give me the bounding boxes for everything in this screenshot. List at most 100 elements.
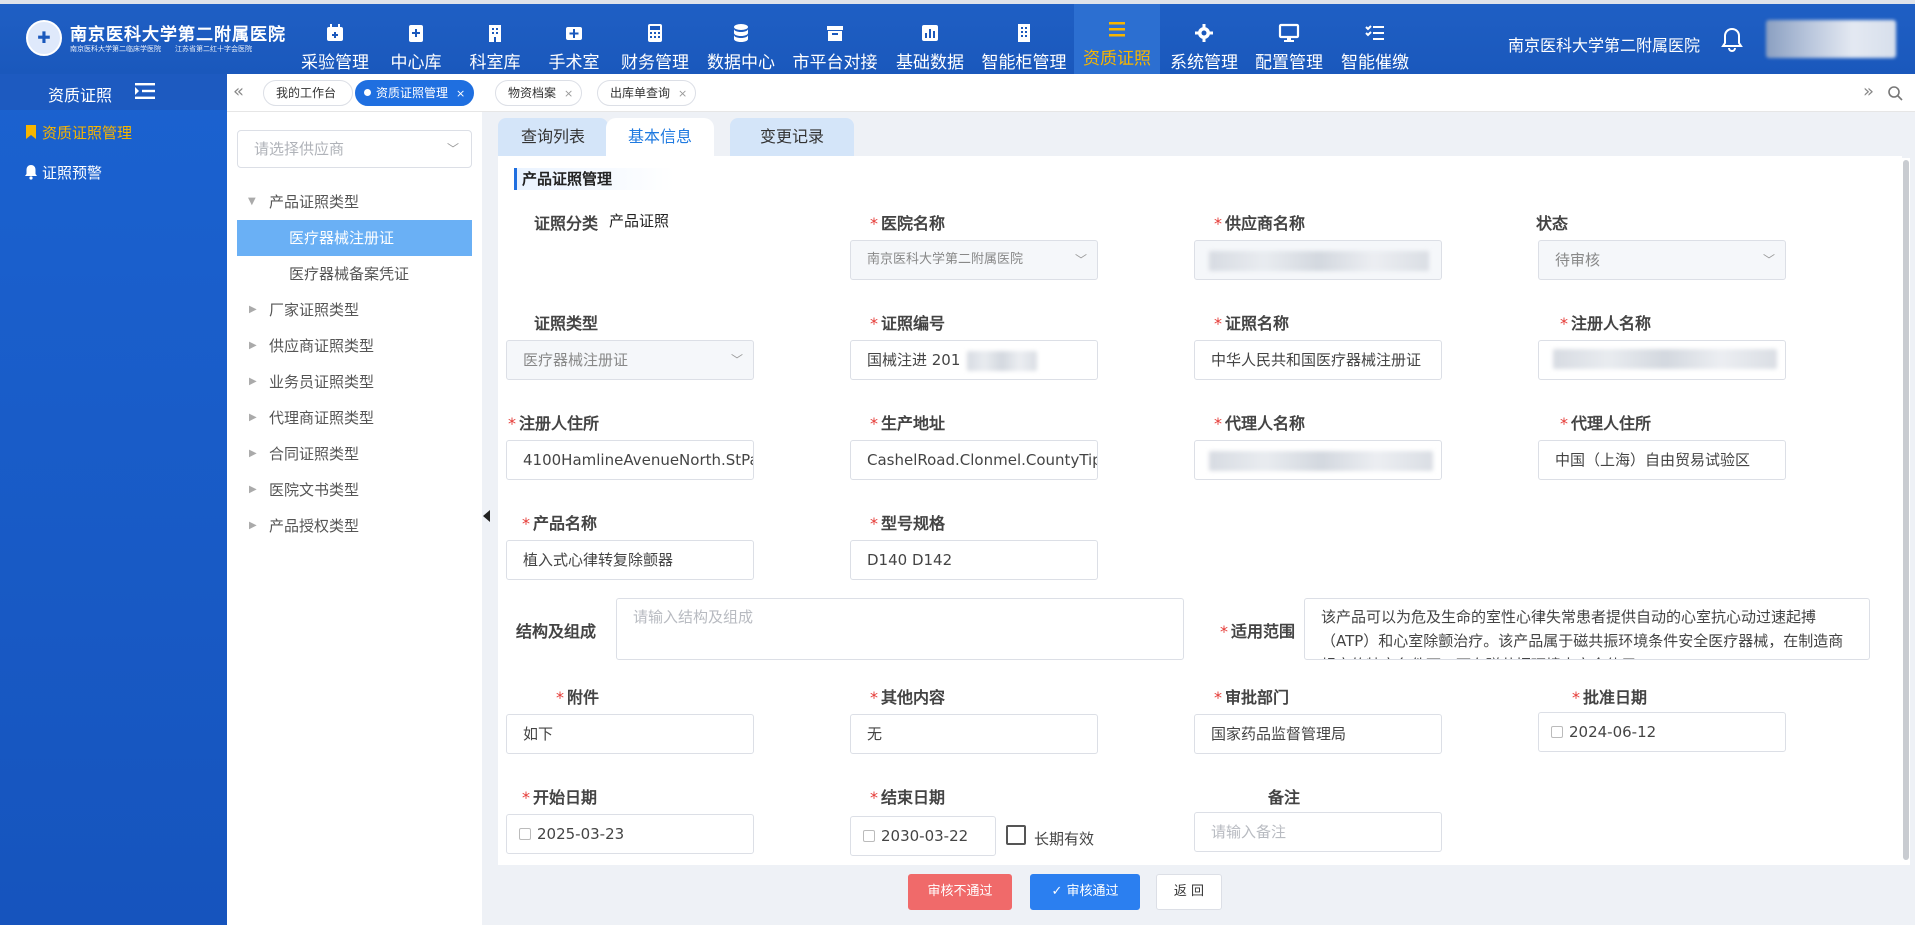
cert-no-input[interactable]: 国械注进 201 <box>850 340 1098 380</box>
collapse-arrow-icon[interactable] <box>483 510 490 522</box>
nav-item-finance[interactable]: 财务管理 <box>616 8 694 78</box>
product-name-input[interactable]: 植入式心律转复除颤器 <box>506 540 754 580</box>
page-tab-material-archive[interactable]: 物资档案 × <box>495 80 583 106</box>
cert-type-label: 证照类型 <box>534 314 599 333</box>
caret-down-icon: ▼ <box>248 196 256 207</box>
nav-label: 手术室 <box>548 53 600 73</box>
approval-date-label: * 批准日期 <box>1572 688 1648 707</box>
end-date-picker[interactable]: 2030-03-22 <box>850 816 996 856</box>
scrollbar-thumb[interactable] <box>1903 160 1909 860</box>
agent-address-input[interactable]: 中国（上海）自由贸易试验区 <box>1538 440 1786 480</box>
menu-lines-icon <box>1109 22 1125 37</box>
status-value: 待审核 <box>1555 251 1601 269</box>
caret-right-icon: ▶ <box>249 304 257 315</box>
product-name-label: * 产品名称 <box>522 514 598 533</box>
cert-no-value: 国械注进 201 <box>867 351 961 369</box>
tabs-scroll-right-icon[interactable]: » <box>1863 82 1881 102</box>
hospital-emblem-icon: ✚ <box>26 20 62 56</box>
nav-label: 智能催缴 <box>1341 53 1409 73</box>
start-date-picker[interactable]: 2025-03-23 <box>506 814 754 854</box>
nav-item-system[interactable]: 系统管理 <box>1164 8 1244 78</box>
current-hospital-name: 南京医科大学第二附属医院 <box>1508 36 1701 55</box>
other-content-label: * 其他内容 <box>870 688 946 707</box>
calendar-icon <box>1551 726 1563 738</box>
nav-item-basic-data[interactable]: 基础数据 <box>890 8 970 78</box>
approval-dept-value: 国家药品监督管理局 <box>1211 725 1347 743</box>
page-tab-workbench[interactable]: 我的工作台 <box>263 80 354 106</box>
tab-change-log[interactable]: 变更记录 <box>730 118 854 156</box>
hospital-select[interactable]: 南京医科大学第二附属医院 ﹀ <box>850 240 1098 280</box>
tree-node-agent[interactable]: ▶ 代理商证照类型 <box>237 400 472 436</box>
page-tab-outbound-query[interactable]: 出库单查询 × <box>597 80 697 106</box>
main-panel: 查询列表 变更记录 基本信息 产品证照管理 证照分类 产品证照 * 医院名称 南京… <box>490 112 1915 925</box>
sidebar-item-qualification-management[interactable]: 资质证照管理 <box>0 114 227 150</box>
approval-date-picker[interactable]: 2024-06-12 <box>1538 712 1786 752</box>
redacted-text <box>1209 451 1433 471</box>
tree-node-hospital-document[interactable]: ▶ 医院文书类型 <box>237 472 472 508</box>
nav-item-department-warehouse[interactable]: 科室库 <box>458 8 532 78</box>
close-icon[interactable]: × <box>678 82 687 106</box>
long-term-checkbox[interactable] <box>1006 825 1026 845</box>
registrant-name-input[interactable] <box>1538 340 1786 380</box>
nav-item-data-center[interactable]: 数据中心 <box>702 8 780 78</box>
nav-item-config[interactable]: 配置管理 <box>1250 8 1328 78</box>
search-icon[interactable] <box>1887 85 1903 101</box>
remark-input[interactable]: 请输入备注 <box>1194 812 1442 852</box>
registrant-address-input[interactable]: 4100HamlineAvenueNorth.StPaul <box>506 440 754 480</box>
logo-title: 南京医科大学第二附属医院 <box>70 25 286 45</box>
model-input[interactable]: D140 D142 <box>850 540 1098 580</box>
other-content-input[interactable]: 无 <box>850 714 1098 754</box>
menu-collapse-icon[interactable] <box>134 81 156 101</box>
nav-item-city-platform[interactable]: 市平台对接 <box>788 8 882 78</box>
page-tab-qualification[interactable]: 资质证照管理 × <box>355 80 475 106</box>
tab-basic-info[interactable]: 基本信息 <box>606 118 714 156</box>
section-title: 产品证照管理 <box>514 168 674 190</box>
tab-label: 变更记录 <box>759 127 824 146</box>
supplier-select[interactable]: 请选择供应商 ﹀ <box>237 130 472 168</box>
tab-query-list[interactable]: 查询列表 <box>498 118 608 156</box>
other-content-value: 无 <box>867 725 883 743</box>
tree-node-contract[interactable]: ▶ 合同证照类型 <box>237 436 472 472</box>
approve-button[interactable]: ✓ 审核通过 <box>1030 874 1140 910</box>
nav-item-qualification[interactable]: 资质证照 <box>1074 4 1160 74</box>
user-avatar[interactable] <box>1766 20 1896 58</box>
status-select[interactable]: 待审核 ﹀ <box>1538 240 1786 280</box>
nav-item-central-warehouse[interactable]: 中心库 <box>380 8 452 78</box>
close-icon[interactable]: × <box>456 82 465 106</box>
cert-type-select[interactable]: 医疗器械注册证 ﹀ <box>506 340 754 380</box>
structure-textarea[interactable]: 请输入结构及组成 <box>616 598 1184 660</box>
sidebar-item-label: 证照预警 <box>42 164 103 182</box>
checklist-icon <box>1365 25 1384 40</box>
nav-item-smart-reminder[interactable]: 智能催缴 <box>1336 8 1414 78</box>
production-address-input[interactable]: CashelRoad.Clonmel.CountyTipperary <box>850 440 1098 480</box>
form-scrollbar[interactable] <box>1902 158 1910 865</box>
approval-dept-input[interactable]: 国家药品监督管理局 <box>1194 714 1442 754</box>
reject-button[interactable]: 审核不通过 <box>908 874 1012 910</box>
tree-node-product-authorization[interactable]: ▶ 产品授权类型 <box>237 508 472 544</box>
scope-textarea[interactable]: 该产品可以为危及生命的室性心律失常患者提供自动的心室抗心动过速起搏（ATP）和心… <box>1304 598 1870 660</box>
notification-bell-icon[interactable] <box>1720 26 1744 54</box>
attachment-input[interactable]: 如下 <box>506 714 754 754</box>
tabs-scroll-left-icon[interactable]: « <box>233 82 251 102</box>
cert-name-input[interactable]: 中华人民共和国医疗器械注册证 <box>1194 340 1442 380</box>
sidebar-title: 资质证照 <box>48 86 113 105</box>
back-button[interactable]: 返 回 <box>1156 874 1222 910</box>
tab-label: 基本信息 <box>627 127 692 146</box>
tree-node-device-registration[interactable]: 医疗器械注册证 <box>237 220 472 256</box>
tree-node-supplier[interactable]: ▶ 供应商证照类型 <box>237 328 472 364</box>
nav-item-operating-room[interactable]: 手术室 <box>538 8 610 78</box>
tree-node-salesperson[interactable]: ▶ 业务员证照类型 <box>237 364 472 400</box>
agent-name-input[interactable] <box>1194 440 1442 480</box>
nav-item-smart-cabinet[interactable]: 智能柜管理 <box>976 8 1072 78</box>
tree-node-manufacturer[interactable]: ▶ 厂家证照类型 <box>237 292 472 328</box>
tree-node-product[interactable]: ▼ 产品证照类型 <box>237 184 472 220</box>
nav-item-procurement[interactable]: 采验管理 <box>296 8 374 78</box>
panel-splitter[interactable] <box>482 112 490 925</box>
scope-value: 该产品可以为危及生命的室性心律失常患者提供自动的心室抗心动过速起搏（ATP）和心… <box>1321 608 1844 659</box>
nav-label: 财务管理 <box>621 53 689 73</box>
supplier-name-field[interactable] <box>1194 240 1442 280</box>
sidebar-item-license-warning[interactable]: 证照预警 <box>0 154 227 190</box>
start-date-label: * 开始日期 <box>522 788 598 807</box>
close-icon[interactable]: × <box>564 82 573 106</box>
tree-node-device-filing[interactable]: 医疗器械备案凭证 <box>237 256 472 292</box>
